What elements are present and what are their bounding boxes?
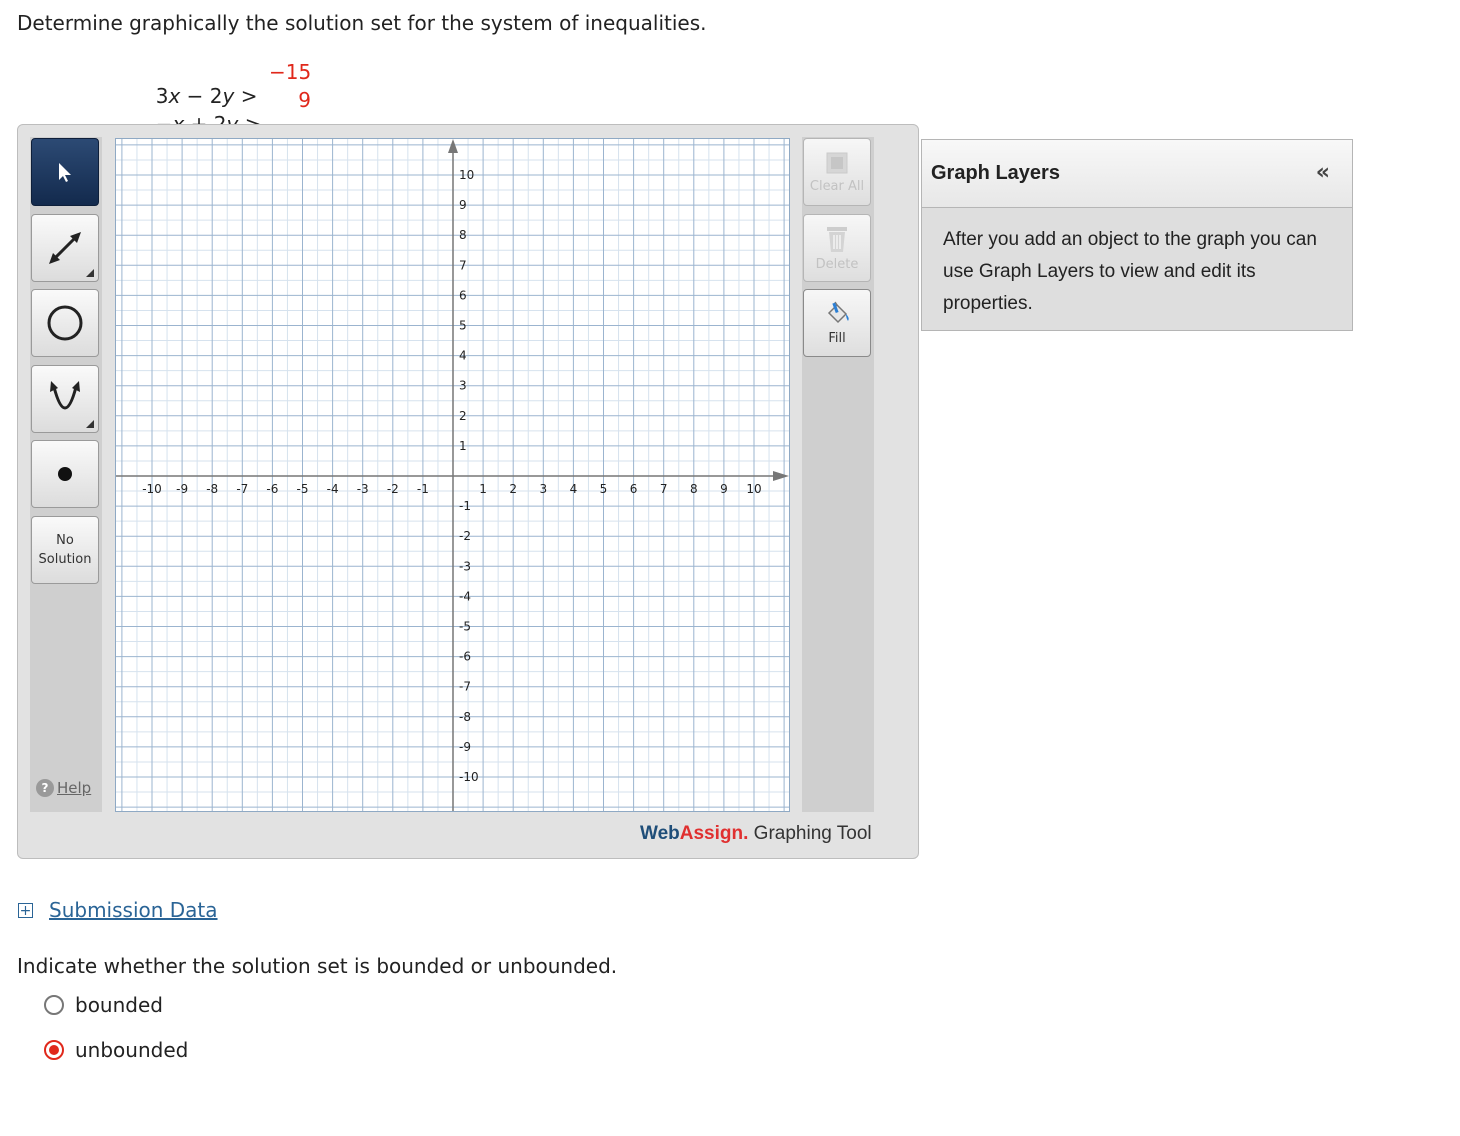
y-axis-arrow: [448, 139, 458, 153]
bounded-radio[interactable]: [44, 995, 64, 1015]
x-tick-label: 7: [660, 482, 668, 496]
coordinate-grid[interactable]: -10 -9 -8 -7 -6 -5 -4 -3 -2 -1 1 2 3 4 5 6 7 8 9 10 10 9 8 7 6 5 4…: [116, 139, 789, 811]
y-tick-label: -4: [459, 589, 471, 603]
no-solution-label-line1: No: [56, 533, 74, 548]
fill-label: Fill: [828, 330, 846, 346]
y-tick-label: -8: [459, 710, 471, 724]
line-tool-menu-indicator: [86, 269, 94, 277]
y-tick-label: -3: [459, 559, 471, 573]
y-tick-label: 5: [459, 319, 467, 333]
help-link[interactable]: ? Help: [36, 779, 91, 797]
x-tick-label: 3: [539, 482, 547, 496]
parabola-tool-button[interactable]: [31, 365, 99, 433]
webassign-brand: WebAssign. Graphing Tool: [640, 823, 872, 844]
x-tick-label: -8: [206, 482, 218, 496]
y-tick-label: 8: [459, 228, 467, 242]
graph-layers-header: Graph Layers «: [922, 140, 1352, 208]
parabola-tool-menu-indicator: [86, 420, 94, 428]
y-tick-label: 4: [459, 349, 467, 363]
circle-icon: [47, 305, 83, 341]
option-unbounded[interactable]: unbounded: [44, 1038, 188, 1062]
y-tick-label: -10: [459, 770, 479, 784]
y-tick-label: -2: [459, 529, 471, 543]
graph-layers-panel: Graph Layers « After you add an object t…: [921, 139, 1353, 331]
submission-data-toggle[interactable]: + Submission Data: [18, 898, 218, 922]
parabola-icon: [50, 381, 80, 410]
bounded-question-prompt: Indicate whether the solution set is bou…: [17, 954, 618, 978]
unbounded-label: unbounded: [75, 1038, 189, 1062]
x-axis-arrow: [773, 471, 789, 481]
fill-button[interactable]: Fill: [803, 289, 871, 357]
bounded-label: bounded: [75, 993, 163, 1017]
x-tick-label: 4: [570, 482, 578, 496]
line-icon: [49, 232, 81, 264]
x-tick-label: -6: [266, 482, 278, 496]
pointer-arrow-icon: [59, 163, 71, 182]
clear-all-label: Clear All: [809, 178, 865, 194]
line-tool-button[interactable]: [31, 214, 99, 282]
question-mark-icon: ?: [36, 779, 54, 797]
y-tick-label: 10: [459, 168, 474, 182]
circle-tool-button[interactable]: [31, 289, 99, 357]
option-bounded[interactable]: bounded: [44, 993, 163, 1017]
graph-layers-message: After you add an object to the graph you…: [943, 229, 1317, 314]
y-tick-label: 7: [459, 258, 467, 272]
pointer-tool-button[interactable]: [31, 138, 99, 206]
graph-canvas[interactable]: -10 -9 -8 -7 -6 -5 -4 -3 -2 -1 1 2 3 4 5 6 7 8 9 10 10 9 8 7 6 5 4…: [115, 138, 790, 812]
x-tick-label: -10: [142, 482, 162, 496]
question-prompt: Determine graphically the solution set f…: [17, 11, 707, 35]
no-solution-label-line2: Solution: [38, 552, 92, 567]
x-tick-label: 6: [630, 482, 638, 496]
x-tick-label: 1: [479, 482, 487, 496]
no-solution-button[interactable]: No Solution: [31, 516, 99, 584]
x-tick-label: 5: [600, 482, 608, 496]
y-tick-label: 3: [459, 379, 467, 393]
y-tick-label: -1: [459, 499, 471, 513]
x-tick-label: -7: [236, 482, 248, 496]
x-tick-label: -1: [417, 482, 429, 496]
graph-layers-title: Graph Layers: [931, 162, 1060, 184]
submission-data-link[interactable]: Submission Data: [49, 898, 218, 922]
y-tick-label: 2: [459, 409, 467, 423]
y-tick-label: 6: [459, 288, 467, 302]
point-icon: [58, 467, 72, 481]
x-tick-label: -9: [176, 482, 188, 496]
y-tick-label: -9: [459, 740, 471, 754]
x-tick-label: 2: [509, 482, 517, 496]
y-tick-label: -5: [459, 620, 471, 634]
delete-label: Delete: [815, 256, 859, 272]
collapse-icon[interactable]: «: [1316, 160, 1330, 185]
inequality-1-rhs: −15: [269, 60, 312, 84]
y-tick-label: 9: [459, 198, 467, 212]
y-tick-label: -7: [459, 680, 471, 694]
y-tick-label: -6: [459, 650, 471, 664]
x-tick-label: 9: [720, 482, 728, 496]
x-tick-label: -3: [357, 482, 369, 496]
x-tick-label: -4: [327, 482, 339, 496]
paint-bucket-icon: [827, 301, 849, 323]
x-tick-label: -5: [297, 482, 309, 496]
inequality-2-rhs: 9: [298, 88, 311, 112]
x-tick-label: 8: [690, 482, 698, 496]
x-tick-label: -2: [387, 482, 399, 496]
trash-icon: [827, 226, 847, 252]
unbounded-radio[interactable]: [44, 1040, 64, 1060]
x-tick-label: 10: [746, 482, 761, 496]
point-tool-button[interactable]: [31, 440, 99, 508]
delete-button[interactable]: Delete: [803, 214, 871, 282]
help-label: Help: [57, 779, 92, 797]
expand-plus-icon: +: [18, 902, 33, 919]
clear-all-button[interactable]: Clear All: [803, 138, 871, 206]
y-tick-label: 1: [459, 439, 467, 453]
clear-all-icon: [826, 152, 848, 173]
